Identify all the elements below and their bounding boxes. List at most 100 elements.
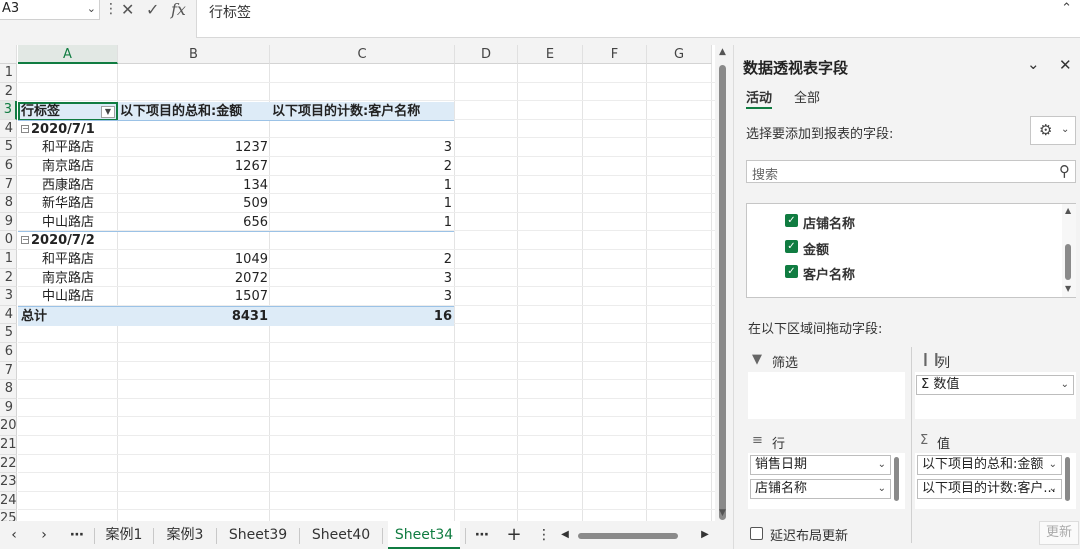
row-header[interactable]: 4	[0, 119, 17, 139]
column-header-d[interactable]: D	[455, 45, 518, 64]
area-field[interactable]: 销售日期 ⌄	[750, 455, 891, 475]
area-field[interactable]: 店铺名称 ⌄	[750, 479, 891, 499]
confirm-icon[interactable]: ✓	[146, 0, 159, 19]
cancel-icon[interactable]: ✕	[121, 0, 134, 19]
select-all-corner[interactable]	[0, 45, 17, 64]
scroll-up-icon[interactable]: ▲	[719, 47, 726, 57]
more-tabs-icon[interactable]: ⋯	[470, 521, 494, 549]
column-header-f[interactable]: F	[583, 45, 647, 64]
scroll-left-icon[interactable]: ◀	[558, 521, 572, 549]
column-header-e[interactable]: E	[518, 45, 583, 64]
field-checkbox[interactable]: ✓	[785, 239, 798, 253]
more-sheets-icon[interactable]: ⋯	[66, 521, 88, 549]
row-header[interactable]: 5	[0, 138, 17, 157]
row-header[interactable]: 7	[0, 361, 17, 381]
scroll-thumb[interactable]	[719, 65, 726, 520]
filter-dropdown-icon[interactable]: ▼	[101, 106, 115, 118]
row-header[interactable]: 8	[0, 380, 17, 399]
formula-input[interactable]: 行标签 ⌃	[196, 0, 1080, 38]
row-header[interactable]: 8	[0, 194, 17, 213]
field-checkbox[interactable]: ✓	[785, 214, 798, 227]
row-header[interactable]: 3	[0, 287, 17, 306]
formula-bar: A3 ⌄ ⋮ ✕ ✓ fx 行标签 ⌃	[0, 0, 1080, 40]
tab-case3[interactable]: 案例3	[157, 521, 213, 549]
pivot-total-count: 16	[433, 309, 452, 324]
row-header[interactable]: 0	[0, 231, 17, 250]
filter-drop-area[interactable]	[748, 372, 905, 419]
pivot-cell-sum: 1267	[234, 159, 268, 174]
more-options-icon[interactable]: ⋮	[536, 521, 552, 549]
row-header[interactable]: 4	[0, 305, 17, 325]
row-header[interactable]: 5	[0, 324, 17, 343]
scroll-down-icon[interactable]: ▼	[1065, 284, 1071, 293]
field-search-input[interactable]: 搜索 ⚲	[746, 160, 1076, 183]
more-options-icon[interactable]: ⋮	[104, 1, 118, 17]
tab-case1[interactable]: 案例1	[96, 521, 152, 549]
column-header-b[interactable]: B	[118, 45, 270, 64]
pivot-cell-sum: 509	[243, 196, 268, 212]
collapse-icon[interactable]: −	[21, 236, 29, 245]
settings-button[interactable]: ⚙ ⌄	[1030, 116, 1076, 145]
vertical-scrollbar[interactable]: ▲ ▼	[716, 45, 731, 521]
tab-all[interactable]: 全部	[794, 87, 820, 106]
chevron-down-icon[interactable]: ⌄	[87, 2, 96, 15]
row-header[interactable]: 6	[0, 157, 17, 176]
row-header[interactable]: 2	[0, 82, 17, 102]
field-list-scrollbar[interactable]: ▲ ▼	[1062, 204, 1076, 297]
row-header[interactable]: 1	[0, 64, 17, 83]
chevron-down-icon: ⌄	[877, 483, 886, 494]
row-header[interactable]: 25	[0, 510, 17, 521]
row-header[interactable]: 9	[0, 212, 17, 232]
row-header[interactable]: 2	[0, 268, 17, 288]
prev-sheet-icon[interactable]: ‹	[4, 521, 24, 549]
row-header[interactable]: 23	[0, 473, 17, 492]
scroll-down-icon[interactable]: ▼	[719, 508, 726, 518]
close-icon[interactable]: ✕	[1059, 56, 1072, 74]
tab-sheet40[interactable]: Sheet40	[303, 521, 379, 549]
columns-field-label: Σ 数值	[921, 377, 960, 392]
row-header[interactable]: 24	[0, 491, 17, 511]
gridline	[117, 64, 118, 521]
tab-sheet39[interactable]: Sheet39	[220, 521, 296, 549]
field-list[interactable]: ✓ 店铺名称 ✓ 金额 ✓ 客户名称 ▲ ▼	[746, 203, 1076, 298]
field-label: 金额	[803, 242, 830, 258]
total-separator	[18, 306, 454, 307]
row-header[interactable]: 22	[0, 454, 17, 474]
area-scroll-thumb[interactable]	[1065, 457, 1070, 501]
area-field[interactable]: 以下项目的计数:客户... ⌄	[917, 479, 1062, 499]
row-header[interactable]: 20	[0, 417, 17, 436]
defer-update-checkbox[interactable]	[750, 527, 763, 540]
area-scroll-thumb[interactable]	[894, 457, 899, 501]
row-header[interactable]: 9	[0, 398, 17, 418]
row-header[interactable]: 21	[0, 436, 17, 455]
name-box[interactable]: A3 ⌄	[0, 0, 100, 20]
columns-field-values[interactable]: Σ 数值 ⌄	[916, 375, 1074, 395]
horizontal-scroll-thumb[interactable]	[578, 533, 678, 539]
pivot-cell-count: 3	[443, 289, 452, 305]
row-header[interactable]: 6	[0, 343, 17, 362]
scroll-up-icon[interactable]: ▲	[1065, 206, 1071, 215]
next-sheet-icon[interactable]: ›	[34, 521, 54, 549]
row-header[interactable]: 1	[0, 250, 17, 269]
scroll-thumb[interactable]	[1065, 244, 1071, 280]
collapse-icon[interactable]: −	[21, 124, 29, 133]
column-header-c[interactable]: C	[270, 45, 455, 64]
gridline	[18, 472, 715, 474]
area-field[interactable]: 以下项目的总和:金额 ⌄	[917, 455, 1062, 475]
pivot-cell-sum: 1507	[234, 289, 268, 305]
worksheet-grid[interactable]: ABCDEFG 1 2 3 4 5 6 7 8 9 0 1 2 3 4 5 6 7 8 9 20 21 22 23 24 25 …	[0, 45, 715, 521]
gear-icon: ⚙	[1039, 121, 1053, 139]
column-header-g[interactable]: G	[647, 45, 712, 64]
tab-active[interactable]: 活动	[746, 87, 772, 106]
row-header[interactable]: 7	[0, 175, 17, 195]
function-icon[interactable]: fx	[171, 0, 186, 19]
chevron-up-icon[interactable]: ⌃	[1061, 1, 1072, 16]
row-header[interactable]: 3	[0, 101, 17, 120]
tab-sheet34[interactable]: Sheet34	[388, 521, 460, 549]
column-header-a[interactable]: A	[18, 45, 118, 64]
scroll-right-icon[interactable]: ▶	[698, 521, 712, 549]
field-checkbox[interactable]: ✓	[785, 265, 798, 278]
add-sheet-icon[interactable]: +	[502, 521, 526, 549]
update-button[interactable]: 更新	[1039, 521, 1079, 545]
chevron-down-icon[interactable]: ⌄	[1027, 55, 1040, 73]
